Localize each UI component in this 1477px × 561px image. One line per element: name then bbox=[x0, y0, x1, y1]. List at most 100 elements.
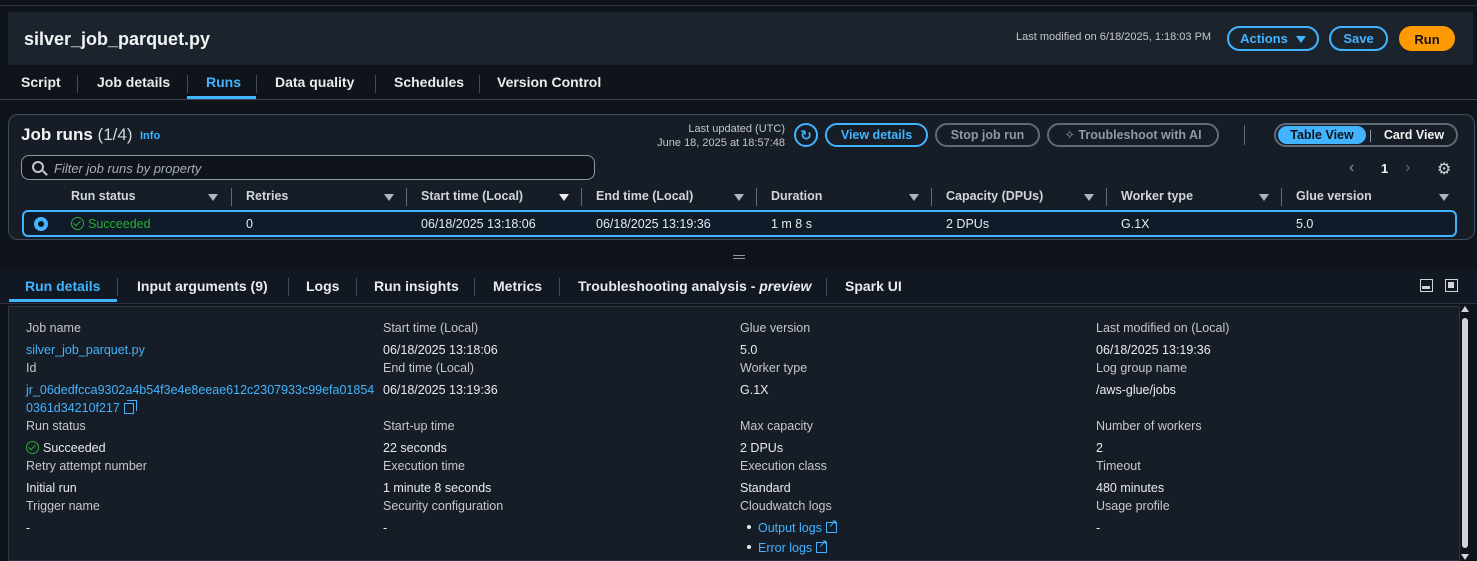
max-capacity-label: Max capacity bbox=[740, 419, 813, 433]
stop-job-run-button[interactable]: Stop job run bbox=[935, 123, 1040, 147]
tab-metrics[interactable]: Metrics bbox=[493, 278, 542, 294]
top-border bbox=[0, 0, 1477, 6]
job-name-label: Job name bbox=[26, 321, 81, 335]
worker-type-label: Worker type bbox=[740, 361, 808, 375]
job-header: silver_job_parquet.py Last modified on 6… bbox=[8, 12, 1473, 65]
tab-schedules[interactable]: Schedules bbox=[394, 74, 464, 90]
scroll-down-icon[interactable] bbox=[1461, 554, 1469, 560]
error-logs-link[interactable]: Error logs bbox=[758, 541, 812, 555]
actions-label: Actions bbox=[1240, 31, 1288, 46]
tab-run-details[interactable]: Run details bbox=[25, 278, 100, 294]
scroll-thumb[interactable] bbox=[1462, 318, 1468, 548]
view-details-button[interactable]: View details bbox=[825, 123, 928, 147]
column-divider[interactable] bbox=[756, 188, 757, 206]
worker-type-value: G.1X bbox=[740, 383, 769, 397]
run-id-line1[interactable]: jr_06dedfcca9302a4b54f3e4e8eeae612c23079… bbox=[26, 383, 374, 397]
filter-input[interactable]: Filter job runs by property bbox=[21, 155, 595, 180]
col-worker-type[interactable]: Worker type bbox=[1121, 189, 1193, 207]
external-link-icon[interactable] bbox=[825, 517, 837, 533]
tab-input-arguments[interactable]: Input arguments (9) bbox=[137, 278, 268, 294]
split-drag-handle[interactable] bbox=[733, 255, 745, 259]
sort-caret-icon[interactable] bbox=[1084, 194, 1094, 201]
col-run-status[interactable]: Run status bbox=[71, 189, 136, 207]
refresh-icon[interactable]: ↻ bbox=[794, 123, 818, 147]
number-of-workers-value: 2 bbox=[1096, 441, 1103, 455]
info-link[interactable]: Info bbox=[140, 130, 160, 142]
execution-time-value: 1 minute 8 seconds bbox=[383, 481, 492, 495]
caret-down-icon bbox=[1295, 36, 1306, 44]
page-number[interactable]: 1 bbox=[1381, 161, 1388, 176]
copy-icon[interactable] bbox=[123, 400, 137, 414]
col-start-time[interactable]: Start time (Local) bbox=[421, 189, 523, 207]
column-divider[interactable] bbox=[1281, 188, 1282, 206]
preview-label: preview bbox=[759, 278, 812, 294]
col-end-time[interactable]: End time (Local) bbox=[596, 189, 693, 207]
sort-caret-icon[interactable] bbox=[734, 194, 744, 201]
usage-profile-label: Usage profile bbox=[1096, 499, 1170, 513]
glue-version-cell: 5.0 bbox=[1296, 217, 1314, 231]
column-divider[interactable] bbox=[581, 188, 582, 206]
sort-caret-icon[interactable] bbox=[1259, 194, 1269, 201]
card-view-toggle[interactable]: Card View bbox=[1374, 126, 1454, 144]
retry-attempt-value: Initial run bbox=[26, 481, 77, 495]
column-divider[interactable] bbox=[1106, 188, 1107, 206]
end-time-cell: 06/18/2025 13:19:36 bbox=[596, 217, 711, 231]
sort-caret-icon[interactable] bbox=[559, 194, 569, 201]
sparkle-icon: ✧ bbox=[1064, 128, 1075, 142]
next-page-icon[interactable]: › bbox=[1405, 159, 1410, 177]
col-duration[interactable]: Duration bbox=[771, 189, 822, 207]
run-id-line2[interactable]: 0361d34210f217 bbox=[26, 400, 137, 415]
col-capacity[interactable]: Capacity (DPUs) bbox=[946, 189, 1043, 207]
sort-caret-icon[interactable] bbox=[1439, 194, 1449, 201]
tab-divider bbox=[375, 75, 376, 93]
tab-run-insights[interactable]: Run insights bbox=[374, 278, 459, 294]
tab-troubleshooting-analysis[interactable]: Troubleshooting analysis - preview bbox=[578, 278, 811, 294]
column-divider[interactable] bbox=[406, 188, 407, 206]
col-retries[interactable]: Retries bbox=[246, 189, 288, 207]
retry-attempt-label: Retry attempt number bbox=[26, 459, 147, 473]
tab-job-details[interactable]: Job details bbox=[97, 74, 170, 90]
actions-button[interactable]: Actions bbox=[1227, 26, 1319, 51]
column-divider[interactable] bbox=[231, 188, 232, 206]
troubleshoot-ai-button[interactable]: ✧ Troubleshoot with AI bbox=[1047, 123, 1219, 147]
job-name-link[interactable]: silver_job_parquet.py bbox=[26, 343, 145, 357]
sort-caret-icon[interactable] bbox=[208, 194, 218, 201]
toggle-divider bbox=[1370, 130, 1371, 142]
job-runs-heading: Job runs bbox=[21, 125, 93, 144]
sort-caret-icon[interactable] bbox=[384, 194, 394, 201]
run-id-suffix: 0361d34210f217 bbox=[26, 401, 120, 415]
details-scrollbar[interactable] bbox=[1461, 306, 1470, 561]
active-tab-underline bbox=[9, 299, 117, 302]
gear-icon[interactable]: ⚙ bbox=[1437, 159, 1451, 179]
tab-divider bbox=[187, 75, 188, 93]
run-status-label: Run status bbox=[26, 419, 86, 433]
usage-profile-value: - bbox=[1096, 521, 1101, 535]
sort-caret-icon[interactable] bbox=[909, 194, 919, 201]
run-button[interactable]: Run bbox=[1399, 26, 1455, 51]
tab-script[interactable]: Script bbox=[21, 74, 61, 90]
tab-version-control[interactable]: Version Control bbox=[497, 74, 601, 90]
previous-page-icon[interactable]: ‹ bbox=[1349, 159, 1354, 177]
last-updated-value: June 18, 2025 at 18:57:48 bbox=[657, 137, 785, 149]
external-link-icon[interactable] bbox=[816, 537, 827, 553]
glue-version-value: 5.0 bbox=[740, 343, 758, 357]
table-row[interactable]: Succeeded 0 06/18/2025 13:18:06 06/18/20… bbox=[22, 210, 1457, 237]
col-glue-version[interactable]: Glue version bbox=[1296, 189, 1372, 207]
tab-data-quality[interactable]: Data quality bbox=[275, 74, 354, 90]
tab-runs[interactable]: Runs bbox=[206, 74, 241, 90]
table-view-toggle[interactable]: Table View bbox=[1278, 126, 1366, 144]
save-button[interactable]: Save bbox=[1329, 26, 1388, 51]
column-divider[interactable] bbox=[931, 188, 932, 206]
scroll-up-icon[interactable] bbox=[1461, 306, 1469, 312]
minimize-panel-icon[interactable] bbox=[1420, 279, 1433, 292]
tab-spark-ui[interactable]: Spark UI bbox=[845, 278, 902, 294]
row-select-radio[interactable] bbox=[34, 217, 48, 231]
output-logs-link[interactable]: Output logs bbox=[758, 521, 822, 535]
tab-divider bbox=[826, 278, 827, 296]
tab-logs[interactable]: Logs bbox=[306, 278, 339, 294]
tab-divider bbox=[117, 278, 118, 296]
startup-time-value: 22 seconds bbox=[383, 441, 447, 455]
output-logs-item: Output logs bbox=[747, 517, 837, 535]
maximize-panel-icon[interactable] bbox=[1445, 279, 1458, 292]
retries-cell: 0 bbox=[246, 217, 253, 231]
